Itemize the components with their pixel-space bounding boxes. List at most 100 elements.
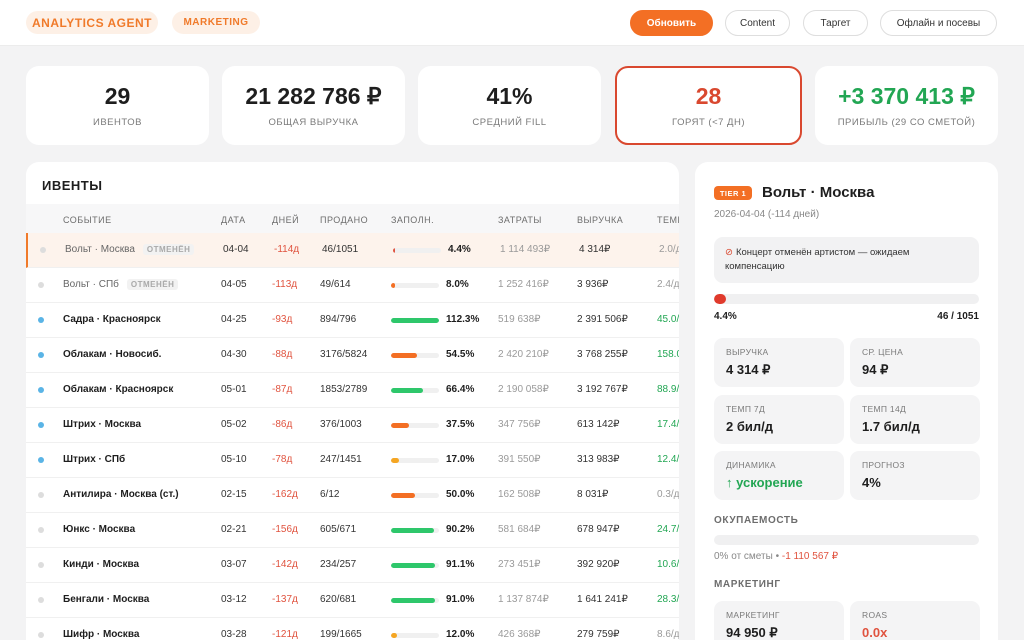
nav-offline-button[interactable]: Офлайн и посевы — [880, 10, 997, 36]
tier-badge: TIER 1 — [714, 186, 752, 200]
col-revenue[interactable]: ВЫРУЧКА — [577, 215, 623, 225]
event-name-text: Юнкс · Москва — [63, 524, 136, 535]
event-name[interactable]: Вольт · СПб ОТМЕНЁН — [63, 279, 179, 290]
tile-label: ТЕМП 7Д — [726, 404, 765, 414]
detail-fill-bar-value — [714, 294, 726, 304]
col-tempo[interactable]: ТЕМП — [657, 215, 679, 225]
brand-logo[interactable]: ANALYTICS AGENT — [26, 11, 158, 34]
event-name[interactable]: Юнкс · Москва — [63, 524, 135, 535]
status-dot — [38, 317, 44, 323]
col-days[interactable]: ДНЕЙ — [272, 215, 299, 225]
tile-value: ↑ ускорение — [726, 475, 803, 490]
tile-label: СР. ЦЕНА — [862, 347, 904, 357]
table-row[interactable]: Кинди · Москва 03-07 -142д 234/257 91.1% 273 … — [26, 548, 679, 583]
events-panel: ИВЕНТЫ СОБЫТИЕ ДАТА ДНЕЙ ПРОДАНО ЗАПОЛН.… — [26, 162, 679, 640]
col-date[interactable]: ДАТА — [221, 215, 246, 225]
fill-bar-value — [391, 318, 439, 323]
event-name-text: Кинди · Москва — [63, 559, 140, 570]
fill-bar-value — [391, 353, 418, 358]
event-revenue: 3 768 255₽ — [577, 349, 628, 360]
tile-value: 2 бил/д — [726, 419, 773, 434]
event-name[interactable]: Антилира · Москва (ст.) — [63, 489, 179, 500]
payback-text: 0% от сметы • -1 110 567 ₽ — [714, 551, 838, 562]
table-row[interactable]: Штрих · СПб 05-10 -78д 247/1451 17.0% 391 550… — [26, 443, 679, 478]
kpi-label: ИВЕНТОВ — [93, 117, 142, 128]
event-days: -162д — [272, 489, 298, 500]
kpi-burning-card[interactable]: 28 ГОРЯТ (<7 ДН) — [615, 66, 802, 145]
event-name[interactable]: Штрих · СПб — [63, 454, 125, 465]
kpi-label: ПРИБЫЛЬ (29 СО СМЕТОЙ) — [837, 117, 976, 128]
payback-bar — [714, 535, 979, 545]
event-fill: 91.1% — [446, 559, 475, 570]
event-date: 02-15 — [221, 489, 247, 500]
table-row[interactable]: Антилира · Москва (ст.) 02-15 -162д 6/12 50.… — [26, 478, 679, 513]
event-name[interactable]: Бенгали · Москва — [63, 594, 149, 605]
prohibited-icon: ⊘ — [725, 247, 733, 258]
status-dot — [40, 247, 46, 253]
event-name-text: Бенгали · Москва — [63, 594, 150, 605]
fill-bar-value — [391, 598, 435, 603]
tile-label: ПРОГНОЗ — [862, 460, 905, 470]
fill-bar-value — [391, 528, 435, 533]
table-row[interactable]: Штрих · Москва 05-02 -86д 376/1003 37.5% 347 … — [26, 408, 679, 443]
table-row[interactable]: Шифр · Москва 03-28 -121д 199/1665 12.0% 426 … — [26, 618, 679, 640]
col-sold[interactable]: ПРОДАНО — [320, 215, 368, 225]
event-cost: 347 756₽ — [498, 419, 541, 430]
event-name[interactable]: Облакам · Красноярск — [63, 384, 173, 395]
event-name-text: Вольт · Москва — [65, 244, 135, 255]
event-date: 03-12 — [221, 594, 247, 605]
event-name[interactable]: Шифр · Москва — [63, 629, 139, 640]
refresh-button[interactable]: Обновить — [630, 10, 713, 36]
event-name[interactable]: Облакам · Новосиб. — [63, 349, 161, 360]
section-tag[interactable]: MARKETING — [172, 11, 260, 34]
nav-content-button[interactable]: Content — [725, 10, 790, 36]
kpi-revenue-card: 21 282 786 ₽ ОБЩАЯ ВЫРУЧКА — [222, 66, 405, 145]
tile-value: 0.0x — [862, 625, 888, 640]
table-row[interactable]: Облакам · Красноярск 05-01 -87д 1853/2789 66… — [26, 373, 679, 408]
tile-tempo-7d: ТЕМП 7Д 2 бил/д — [714, 395, 844, 444]
detail-sold: 46 / 1051 — [937, 311, 979, 322]
event-revenue: 3 936₽ — [577, 279, 609, 290]
event-name[interactable]: Штрих · Москва — [63, 419, 141, 430]
col-event[interactable]: СОБЫТИЕ — [63, 215, 112, 225]
event-cost: 1 114 493₽ — [500, 244, 551, 255]
status-dot — [38, 457, 44, 463]
event-revenue: 4 314₽ — [579, 244, 611, 255]
event-name-text: Шифр · Москва — [63, 629, 140, 640]
event-days: -88д — [272, 349, 293, 360]
event-fill: 90.2% — [446, 524, 475, 535]
status-dot — [38, 562, 44, 568]
kpi-value: 28 — [695, 83, 722, 109]
col-fill[interactable]: ЗАПОЛН. — [391, 215, 434, 225]
event-days: -86д — [272, 419, 293, 430]
kpi-label: ОБЩАЯ ВЫРУЧКА — [268, 117, 359, 128]
event-name[interactable]: Кинди · Москва — [63, 559, 139, 570]
table-row[interactable]: Садра · Красноярск 04-25 -93д 894/796 112.3%… — [26, 303, 679, 338]
event-name[interactable]: Садра · Красноярск — [63, 314, 161, 325]
events-title: ИВЕНТЫ — [42, 178, 103, 193]
nav-target-button[interactable]: Таргет — [803, 10, 868, 36]
event-sold: 605/671 — [320, 524, 357, 535]
event-tempo: 28.3/д — [657, 594, 679, 605]
kpi-profit-card: +3 370 413 ₽ ПРИБЫЛЬ (29 СО СМЕТОЙ) — [815, 66, 998, 145]
table-row[interactable]: Вольт · Москва ОТМЕНЁН 04-04 -114д 46/1051 4.… — [26, 233, 679, 268]
col-cost[interactable]: ЗАТРАТЫ — [498, 215, 542, 225]
tile-value: 94 950 ₽ — [726, 625, 778, 640]
event-detail-panel: TIER 1 Вольт · Москва 2026-04-04 (-114 д… — [695, 162, 998, 640]
event-tempo: 10.6/д — [657, 559, 679, 570]
tile-label: МАРКЕТИНГ — [726, 610, 780, 620]
event-name[interactable]: Вольт · Москва ОТМЕНЁН — [65, 244, 195, 255]
table-row[interactable]: Бенгали · Москва 03-12 -137д 620/681 91.0% 1 … — [26, 583, 679, 618]
table-row[interactable]: Облакам · Новосиб. 04-30 -88д 3176/5824 54.5… — [26, 338, 679, 373]
table-row[interactable]: Юнкс · Москва 02-21 -156д 605/671 90.2% 581 6… — [26, 513, 679, 548]
event-sold: 376/1003 — [320, 419, 362, 430]
event-revenue: 8 031₽ — [577, 489, 609, 500]
detail-fill-percent: 4.4% — [714, 311, 737, 322]
event-tempo: 2.4/д — [657, 279, 679, 290]
fill-bar-value — [391, 563, 435, 568]
table-row[interactable]: Вольт · СПб ОТМЕНЁН 04-05 -113д 49/614 8.0% 1 … — [26, 268, 679, 303]
event-fill: 17.0% — [446, 454, 475, 465]
event-sold: 199/1665 — [320, 629, 362, 640]
event-sold: 894/796 — [320, 314, 357, 325]
event-fill: 54.5% — [446, 349, 475, 360]
